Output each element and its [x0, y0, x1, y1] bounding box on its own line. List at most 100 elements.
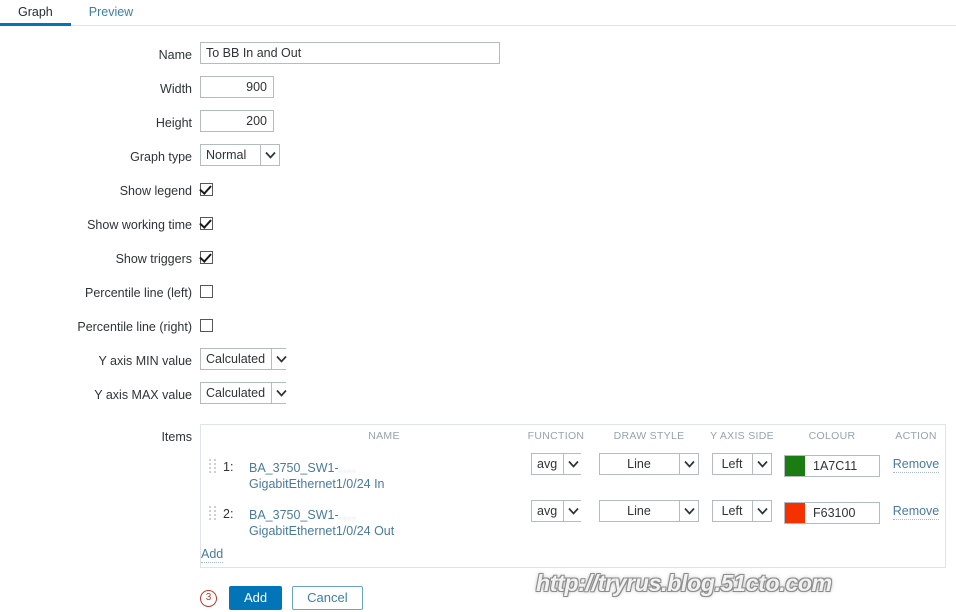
- items-table-body: 1: BA_3750_SW1-.... GigabitEthernet1/0/24…: [201, 449, 947, 567]
- label-percentile-left: Percentile line (left): [85, 286, 192, 300]
- chevron-down-icon: [260, 145, 279, 165]
- field-row-graph-type: Graph type Normal: [0, 142, 956, 176]
- table-row: 2: BA_3750_SW1-.... GigabitEthernet1/0/24…: [201, 496, 947, 543]
- y-axis-max-value: Calculated: [206, 386, 266, 400]
- header-action: ACTION: [895, 430, 937, 442]
- item-index: 1:: [223, 460, 234, 474]
- y-axis-side-value: Left: [721, 457, 743, 471]
- field-row-percentile-right: Percentile line (right): [0, 312, 956, 346]
- function-value: avg: [537, 504, 558, 518]
- y-axis-side-select[interactable]: Left: [712, 500, 772, 522]
- field-row-show-working-time: Show working time: [0, 210, 956, 244]
- y-axis-max-select[interactable]: Calculated: [200, 382, 291, 404]
- items-table-head: NAME FUNCTION DRAW STYLE Y AXIS SIDE COL…: [201, 425, 947, 449]
- chevron-down-icon: [271, 383, 291, 403]
- add-button[interactable]: Add: [229, 586, 283, 610]
- label-percentile-right: Percentile line (right): [77, 320, 192, 334]
- drag-handle-icon[interactable]: [209, 459, 217, 477]
- items-add-row: Add: [201, 543, 947, 567]
- chevron-down-icon: [271, 349, 291, 369]
- label-y-axis-max: Y axis MAX value: [94, 388, 192, 402]
- field-row-y-axis-max: Y axis MAX value Calculated: [0, 380, 956, 414]
- chevron-down-icon: [563, 501, 583, 521]
- item-name-redacted: ....: [338, 461, 357, 475]
- header-colour: COLOUR: [808, 430, 856, 442]
- form-footer: 3 Add Cancel: [0, 568, 956, 610]
- colour-picker[interactable]: 1A7C11: [784, 455, 880, 477]
- items-header-row: NAME FUNCTION DRAW STYLE Y AXIS SIDE COL…: [201, 425, 947, 449]
- function-value: avg: [537, 457, 558, 471]
- item-name-link[interactable]: BA_3750_SW1-.... GigabitEthernet1/0/24 In: [249, 453, 519, 492]
- graph-type-value: Normal: [206, 148, 247, 162]
- label-show-legend: Show legend: [119, 184, 192, 198]
- header-function: FUNCTION: [527, 430, 585, 442]
- draw-style-value: Line: [627, 457, 651, 471]
- field-row-show-triggers: Show triggers: [0, 244, 956, 278]
- colour-swatch: [785, 456, 805, 476]
- item-name-second-line: GigabitEthernet1/0/24 Out: [249, 524, 395, 538]
- show-triggers-checkbox[interactable]: [200, 251, 213, 264]
- draw-style-select[interactable]: Line: [599, 500, 699, 522]
- tab-bar: Graph Preview: [0, 0, 956, 26]
- add-item-link[interactable]: Add: [201, 547, 224, 563]
- y-axis-min-value: Calculated: [206, 352, 266, 366]
- field-row-width: Width: [0, 74, 956, 108]
- label-name: Name: [158, 48, 192, 62]
- y-axis-min-select[interactable]: Calculated: [200, 348, 291, 370]
- colour-picker[interactable]: F63100: [784, 502, 880, 524]
- item-index: 2:: [223, 507, 234, 521]
- draw-style-select[interactable]: Line: [599, 453, 699, 475]
- header-y-axis-side: Y AXIS SIDE: [710, 430, 774, 442]
- show-legend-checkbox[interactable]: [200, 183, 213, 196]
- percentile-left-checkbox[interactable]: [200, 285, 213, 298]
- remove-item-link[interactable]: Remove: [892, 457, 940, 473]
- header-draw-style: DRAW STYLE: [613, 430, 685, 442]
- chevron-down-icon: [752, 501, 771, 521]
- show-working-time-checkbox[interactable]: [200, 217, 213, 230]
- chevron-down-icon: [752, 454, 771, 474]
- remove-item-link[interactable]: Remove: [892, 504, 940, 520]
- function-select[interactable]: avg: [531, 453, 583, 475]
- field-row-height: Height: [0, 108, 956, 142]
- colour-hex-value: F63100: [813, 506, 856, 520]
- chevron-down-icon: [679, 501, 698, 521]
- label-graph-type: Graph type: [130, 150, 192, 164]
- graph-type-select[interactable]: Normal: [200, 144, 280, 166]
- graph-form: Name Width Height Graph type Normal Show…: [0, 26, 956, 610]
- width-input[interactable]: [200, 76, 274, 98]
- label-y-axis-min: Y axis MIN value: [98, 354, 192, 368]
- item-name-link[interactable]: BA_3750_SW1-.... GigabitEthernet1/0/24 Ou…: [249, 500, 519, 539]
- tab-graph[interactable]: Graph: [0, 5, 71, 26]
- item-name-second-line: GigabitEthernet1/0/24 In: [249, 477, 385, 491]
- chevron-down-icon: [563, 454, 583, 474]
- label-items: Items: [161, 430, 192, 444]
- colour-swatch: [785, 503, 805, 523]
- label-height: Height: [155, 116, 192, 130]
- cancel-button[interactable]: Cancel: [292, 586, 363, 610]
- label-show-triggers: Show triggers: [115, 252, 192, 266]
- field-row-show-legend: Show legend: [0, 176, 956, 210]
- height-input[interactable]: [200, 110, 274, 132]
- function-select[interactable]: avg: [531, 500, 583, 522]
- tab-preview[interactable]: Preview: [71, 5, 151, 25]
- chevron-down-icon: [679, 454, 698, 474]
- percentile-right-checkbox[interactable]: [200, 319, 213, 332]
- item-name-prefix: BA_3750_SW1-: [249, 508, 339, 522]
- field-row-name: Name: [0, 40, 956, 74]
- colour-hex-value: 1A7C11: [813, 459, 858, 473]
- y-axis-side-value: Left: [721, 504, 743, 518]
- label-show-working-time: Show working time: [87, 218, 192, 232]
- table-row: 1: BA_3750_SW1-.... GigabitEthernet1/0/24…: [201, 449, 947, 496]
- y-axis-side-select[interactable]: Left: [712, 453, 772, 475]
- draw-style-value: Line: [627, 504, 651, 518]
- name-input[interactable]: [200, 42, 500, 64]
- items-table-container: NAME FUNCTION DRAW STYLE Y AXIS SIDE COL…: [200, 424, 946, 568]
- items-table: NAME FUNCTION DRAW STYLE Y AXIS SIDE COL…: [201, 425, 947, 567]
- item-name-prefix: BA_3750_SW1-: [249, 461, 339, 475]
- header-handle: [201, 425, 223, 449]
- field-row-percentile-left: Percentile line (left): [0, 278, 956, 312]
- annotation-marker-3: 3: [200, 589, 217, 607]
- header-name: NAME: [368, 430, 400, 442]
- drag-handle-icon[interactable]: [209, 506, 217, 524]
- field-row-y-axis-min: Y axis MIN value Calculated: [0, 346, 956, 380]
